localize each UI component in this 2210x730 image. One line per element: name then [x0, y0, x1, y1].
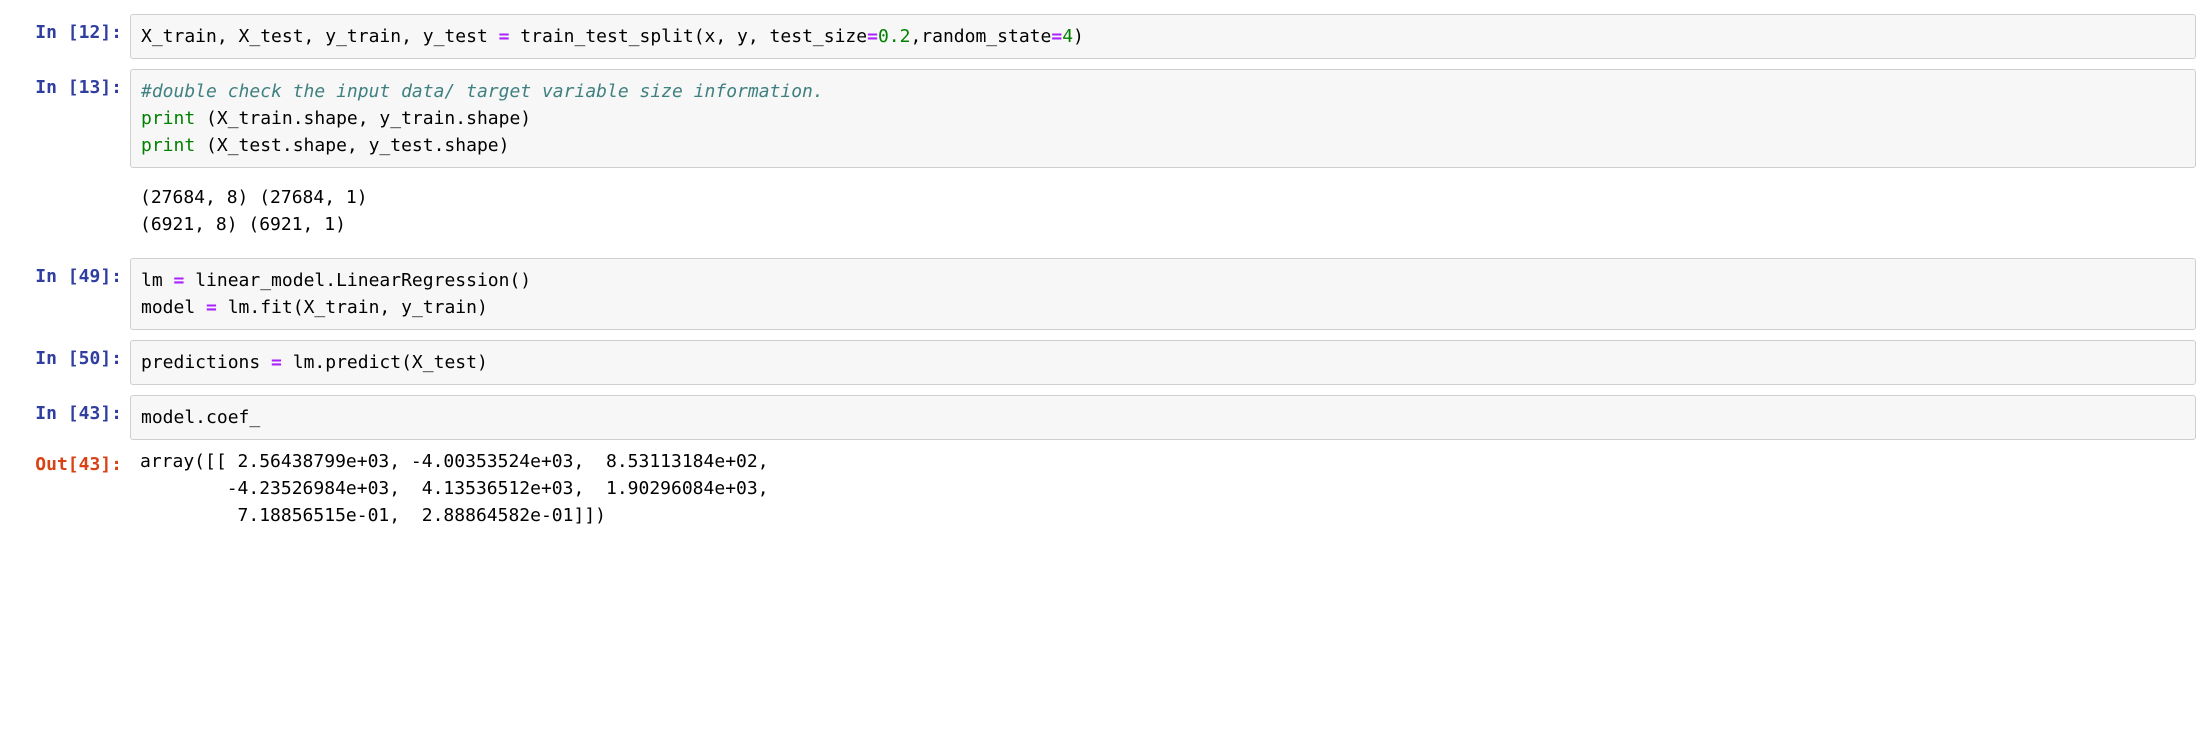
code-cell-43: In [43]: model.coef_ — [0, 391, 2210, 444]
output-cell-13: (27684, 8) (27684, 1) (6921, 8) (6921, 1… — [0, 174, 2210, 252]
code-cell-49: In [49]: lm = linear_model.LinearRegress… — [0, 254, 2210, 334]
code-line: lm = linear_model.LinearRegression() — [141, 267, 2185, 294]
output-line: -4.23526984e+03, 4.13536512e+03, 1.90296… — [140, 475, 2186, 502]
input-prompt: In [50]: — [0, 340, 130, 385]
code-input-area[interactable]: X_train, X_test, y_train, y_test = train… — [130, 14, 2196, 59]
code-input-area[interactable]: #double check the input data/ target var… — [130, 69, 2196, 168]
code-line: predictions = lm.predict(X_test) — [141, 349, 2185, 376]
input-prompt: In [12]: — [0, 14, 130, 59]
code-line: print (X_train.shape, y_train.shape) — [141, 105, 2185, 132]
input-prompt: In [49]: — [0, 258, 130, 330]
code-line: X_train, X_test, y_train, y_test = train… — [141, 23, 2185, 50]
code-input-area[interactable]: lm = linear_model.LinearRegression() mod… — [130, 258, 2196, 330]
output-line: 7.18856515e-01, 2.88864582e-01]]) — [140, 502, 2186, 529]
output-prompt-empty — [0, 178, 130, 248]
code-cell-13: In [13]: #double check the input data/ t… — [0, 65, 2210, 172]
code-input-area[interactable]: model.coef_ — [130, 395, 2196, 440]
output-cell-43: Out[43]: array([[ 2.56438799e+03, -4.003… — [0, 446, 2210, 543]
code-cell-12: In [12]: X_train, X_test, y_train, y_tes… — [0, 10, 2210, 63]
input-prompt: In [13]: — [0, 69, 130, 168]
output-line: (27684, 8) (27684, 1) — [140, 184, 2186, 211]
output-area: (27684, 8) (27684, 1) (6921, 8) (6921, 1… — [130, 178, 2196, 248]
code-cell-50: In [50]: predictions = lm.predict(X_test… — [0, 336, 2210, 389]
output-line: array([[ 2.56438799e+03, -4.00353524e+03… — [140, 448, 2186, 475]
output-line: (6921, 8) (6921, 1) — [140, 211, 2186, 238]
input-prompt: In [43]: — [0, 395, 130, 440]
code-input-area[interactable]: predictions = lm.predict(X_test) — [130, 340, 2196, 385]
output-prompt: Out[43]: — [0, 446, 130, 539]
output-area: array([[ 2.56438799e+03, -4.00353524e+03… — [130, 446, 2196, 539]
code-line: #double check the input data/ target var… — [141, 78, 2185, 105]
code-line: model = lm.fit(X_train, y_train) — [141, 294, 2185, 321]
code-line: model.coef_ — [141, 404, 2185, 431]
code-line: print (X_test.shape, y_test.shape) — [141, 132, 2185, 159]
